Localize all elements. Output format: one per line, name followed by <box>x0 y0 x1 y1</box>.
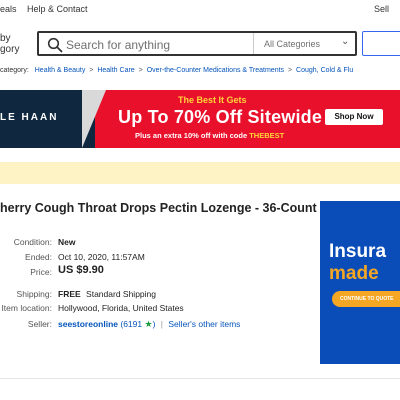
shop-by-category-line1: by <box>0 33 11 44</box>
page-curl-graphic <box>82 90 106 148</box>
banner-kicker: The Best It Gets <box>178 95 247 105</box>
ad-headline-line1: Insura <box>329 241 387 262</box>
search-button[interactable] <box>362 31 400 56</box>
shipping-value: FREE Standard Shipping <box>58 289 156 299</box>
shipping-label: Shipping: <box>16 289 52 299</box>
banner-headline: Up To 70% Off Sitewide <box>118 107 323 127</box>
condition-value: New <box>58 237 76 247</box>
search-box[interactable]: Search for anything All Categories ⌄ <box>37 31 357 56</box>
search-divider <box>253 33 254 54</box>
breadcrumb-prefix: category: <box>0 67 29 74</box>
sell-link[interactable]: Sell <box>374 4 389 14</box>
seller-divider: | <box>160 319 164 329</box>
banner-brand: LE HAAN <box>0 112 59 123</box>
breadcrumb-separator: > <box>138 67 143 74</box>
breadcrumb-separator: > <box>288 67 293 74</box>
seller-label: Seller: <box>27 319 52 329</box>
banner-subline: Plus an extra 10% off with code THEBEST <box>135 131 285 140</box>
banner-code: THEBEST <box>249 131 285 140</box>
price-label: Price: <box>30 267 52 277</box>
promo-banner[interactable]: LE HAAN The Best It Gets Up To 70% Off S… <box>0 90 400 148</box>
condition-label: Condition: <box>13 237 52 247</box>
breadcrumb-item-health-care[interactable]: Health Care <box>97 67 134 74</box>
shop-now-button[interactable]: Shop Now <box>325 109 383 125</box>
seller-name-link[interactable]: seestoreonline <box>58 319 118 329</box>
ad-headline-line2: made <box>329 263 379 284</box>
search-input[interactable]: Search for anything <box>66 38 170 52</box>
shipping-method: Standard Shipping <box>86 289 156 299</box>
price-value: US $9.90 <box>58 264 104 276</box>
search-icon <box>47 37 63 53</box>
breadcrumb-item-otc-medications[interactable]: Over-the-Counter Medications & Treatment… <box>147 67 284 74</box>
breadcrumb: category: Health & Beauty > Health Care … <box>0 67 353 74</box>
insurance-ad[interactable]: Insura made CONTINUE TO QUOTE <box>320 201 400 364</box>
daily-deals-link[interactable]: eals <box>0 4 17 14</box>
ended-value: Oct 10, 2020, 11:57AM <box>58 252 145 262</box>
category-select[interactable]: All Categories <box>264 39 320 49</box>
seller-other-items-link[interactable]: Seller's other items <box>168 319 240 329</box>
seller-info: seestoreonline (6191 ★) | Seller's other… <box>58 319 241 329</box>
item-location-value: Hollywood, Florida, United States <box>58 303 184 313</box>
ended-label: Ended: <box>25 252 52 262</box>
top-links-bar: eals Help & Contact Sell <box>0 0 400 18</box>
breadcrumb-item-cough-cold-flu[interactable]: Cough, Cold & Flu <box>296 67 353 74</box>
seller-feedback-score[interactable]: (6191 <box>120 319 142 329</box>
star-icon: ★ <box>144 319 153 329</box>
chevron-down-icon: ⌄ <box>341 36 350 47</box>
notice-strip <box>0 162 400 184</box>
help-contact-link[interactable]: Help & Contact <box>27 4 88 14</box>
item-title: herry Cough Throat Drops Pectin Lozenge … <box>0 201 325 215</box>
ad-cta-button[interactable]: CONTINUE TO QUOTE <box>332 291 400 307</box>
bottom-divider <box>0 378 400 379</box>
shop-by-category-button[interactable]: by gory <box>0 33 19 55</box>
item-location-label: Item location: <box>1 303 52 313</box>
breadcrumb-separator: > <box>89 67 94 74</box>
shop-by-category-line2: gory <box>0 44 20 55</box>
breadcrumb-item-health-beauty[interactable]: Health & Beauty <box>35 67 86 74</box>
shipping-cost: FREE <box>58 289 81 299</box>
